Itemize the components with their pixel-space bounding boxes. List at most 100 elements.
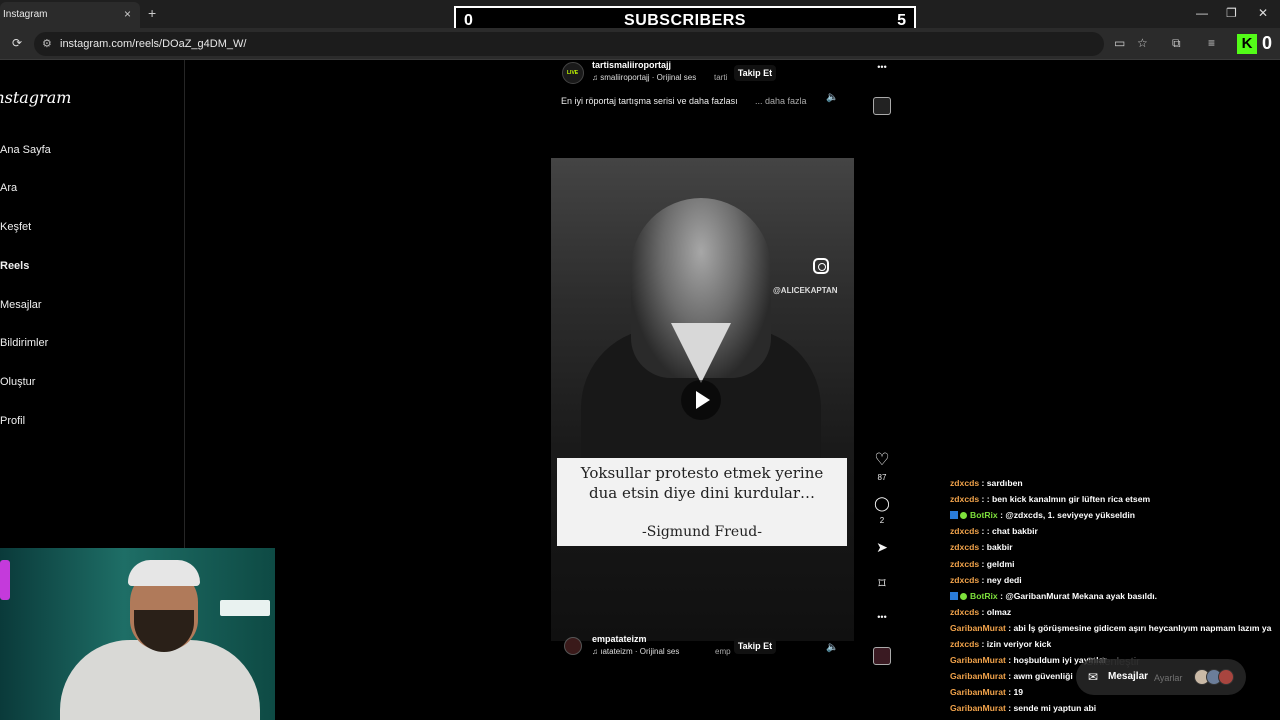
chat-message: BotRix : @GaribanMurat Mekana ayak basıl… [950, 591, 1280, 607]
chat-message: GaribanMurat : abi İş görüşmesine gidice… [950, 623, 1280, 639]
comment-icon[interactable]: ◯ [872, 495, 892, 512]
chat-text: : : ben kick kanalmın gir lüften rica et… [979, 494, 1151, 505]
new-tab-icon[interactable]: + [148, 5, 156, 21]
webcam-streamer-cap [128, 560, 200, 586]
reel-caption: En iyi röportaj tartışma serisi ve daha … [561, 96, 738, 106]
next-reel-audio-thumbnail[interactable] [873, 647, 891, 665]
tab-close-icon[interactable]: × [124, 7, 131, 21]
video-watermark: @ALICEKAPTAN [773, 286, 838, 295]
url-text[interactable]: instagram.com/reels/DOaZ_g4DM_W/ [60, 38, 246, 50]
chat-text: : olmaz [979, 606, 1012, 617]
more-options-icon[interactable]: ••• [872, 612, 892, 622]
chat-username[interactable]: zdxcds [950, 639, 979, 649]
webcam-streamer-body [60, 640, 260, 720]
kick-logo-icon: K [1237, 34, 1257, 54]
chat-message: zdxcds : bakbir [950, 542, 1280, 558]
window-close-icon[interactable]: ✕ [1258, 6, 1268, 20]
follow-button[interactable]: Takip Et [734, 65, 776, 81]
caption-more-link[interactable]: ... daha fazla [755, 96, 807, 106]
next-reel-author-username[interactable]: empatateizm [592, 634, 647, 644]
chat-username[interactable]: GaribanMurat [950, 655, 1006, 665]
reel-audio-label[interactable]: ♫ smaliiroportajj · Orijinal ses [592, 73, 696, 82]
chat-username[interactable]: zdxcds [950, 542, 979, 552]
sidebar-item-reels[interactable]: Reels [0, 260, 29, 272]
chat-message: zdxcds : sardıben [950, 478, 1280, 494]
avatar [1218, 669, 1234, 685]
chat-username[interactable]: BotRix [970, 510, 998, 520]
chat-username[interactable]: BotRix [970, 591, 998, 601]
share-icon[interactable]: ➤ [872, 539, 892, 556]
play-icon[interactable] [681, 380, 721, 420]
like-heart-icon[interactable]: ♡ [872, 450, 892, 470]
bookmark-star-icon[interactable]: ☆ [1137, 36, 1148, 50]
chat-text: : sende mi yaptun abi [1005, 703, 1097, 714]
chat-username[interactable]: GaribanMurat [950, 703, 1006, 713]
chat-username[interactable]: zdxcds [950, 607, 979, 617]
next-follow-button[interactable]: Takip Et [734, 638, 776, 654]
reel-author-avatar[interactable] [562, 62, 584, 84]
bookmark-icon[interactable]: ⌑ [872, 575, 892, 592]
chat-text: : izin veriyor kick [979, 639, 1052, 649]
reload-icon[interactable]: ⟳ [12, 36, 22, 50]
sidebar-item-messages[interactable]: Mesajlar [0, 299, 42, 311]
quote-line-2: dua etsin diye dini kurdular… [588, 484, 816, 502]
sidebar-item-home[interactable]: Ana Sayfa [0, 144, 51, 156]
more-options-icon[interactable]: ••• [872, 62, 892, 72]
chat-message: GaribanMurat : sende mi yaptun abi [950, 703, 1280, 719]
instagram-sidebar: Instagram Ana Sayfa Ara Keşfet Reels Mes… [0, 60, 185, 550]
next-mute-icon[interactable]: 🔈 [826, 642, 838, 653]
webcam-overlay [0, 548, 275, 720]
instagram-watermark-icon [813, 258, 829, 274]
chat-text: : : chat bakbir [979, 526, 1038, 537]
messages-avatars [1194, 669, 1234, 685]
like-count: 87 [877, 473, 887, 482]
cast-icon[interactable]: ▭ [1114, 36, 1125, 50]
sidebar-item-profile[interactable]: Profil [0, 415, 25, 427]
chat-message: BotRix : @zdxcds, 1. seviyeye yükseldin [950, 510, 1280, 526]
next-reel-audio-label[interactable]: ♫ ıatateizm · Orijinal ses [592, 647, 679, 656]
chat-username[interactable]: zdxcds [950, 478, 979, 488]
sidebar-item-create[interactable]: Oluştur [0, 376, 35, 388]
chat-username[interactable]: zdxcds [950, 526, 979, 536]
browser-tab[interactable]: Instagram × [0, 2, 140, 28]
tab-title: Instagram [3, 9, 48, 20]
messenger-icon: ✉ [1088, 670, 1099, 684]
next-reel-audio-overflow: emp [715, 647, 731, 656]
chat-text: : 19 [1005, 687, 1024, 698]
sidebar-item-explore[interactable]: Keşfet [0, 221, 31, 233]
chat-text: : abi İş görüşmesine gidicem aşırı heyca… [1005, 622, 1272, 633]
chat-text: : @GaribanMurat Mekana ayak basıldı. [997, 590, 1158, 601]
reel-author-username[interactable]: tartismaliiroportajj [592, 60, 671, 70]
sidebar-item-notifications[interactable]: Bildirimler [0, 337, 48, 349]
media-control-icon[interactable]: ≡ [1208, 36, 1215, 50]
chat-username[interactable]: GaribanMurat [950, 623, 1006, 633]
chat-username[interactable]: zdxcds [950, 559, 979, 569]
mute-icon[interactable]: 🔈 [826, 92, 838, 103]
chat-text: : ney dedi [979, 574, 1022, 585]
next-reel-author-avatar[interactable] [564, 637, 582, 655]
bot-badge-icon [950, 511, 958, 520]
webcam-background-ac [220, 600, 270, 616]
chat-username[interactable]: GaribanMurat [950, 671, 1006, 681]
reel-video[interactable]: @ALICEKAPTAN Yoksullar protesto etmek ye… [551, 158, 854, 641]
verified-badge-icon [960, 592, 967, 600]
chat-text: : geldmi [979, 558, 1015, 569]
chat-text: : bakbir [979, 542, 1013, 553]
instagram-logo[interactable]: Instagram [0, 88, 71, 107]
address-bar[interactable]: ⚙ instagram.com/reels/DOaZ_g4DM_W/ [34, 32, 1104, 56]
minimize-icon[interactable]: — [1196, 6, 1208, 20]
site-settings-icon[interactable]: ⚙ [42, 37, 52, 50]
maximize-icon[interactable]: ❐ [1226, 6, 1237, 20]
quote-line-1: Yoksullar protesto etmek yerine [580, 464, 824, 482]
messages-label: Mesajlar [1108, 671, 1149, 682]
browser-toolbar: ⟳ ⚙ instagram.com/reels/DOaZ_g4DM_W/ ▭ ☆… [0, 28, 1280, 60]
bot-badge-icon [950, 591, 958, 600]
reel-audio-thumbnail[interactable] [873, 97, 891, 115]
ghosted-settings-text: Ayarlar [1154, 673, 1183, 683]
chat-text: : awm güvenliği [1005, 671, 1073, 682]
extensions-icon[interactable]: ⧉ [1172, 36, 1181, 51]
chat-username[interactable]: GaribanMurat [950, 687, 1006, 697]
chat-username[interactable]: zdxcds [950, 575, 979, 585]
chat-username[interactable]: zdxcds [950, 494, 979, 504]
sidebar-item-search[interactable]: Ara [0, 182, 17, 194]
